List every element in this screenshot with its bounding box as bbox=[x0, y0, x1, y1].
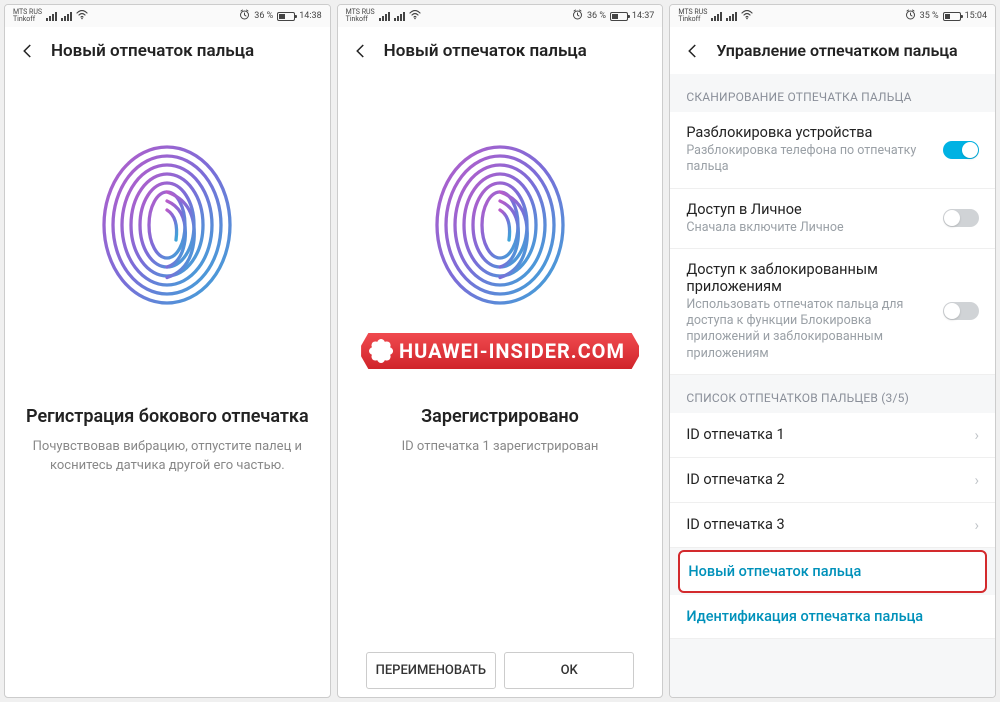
huawei-logo-icon bbox=[369, 339, 393, 363]
setting-sub: Использовать отпечаток пальца для доступ… bbox=[686, 297, 933, 362]
alarm-icon bbox=[239, 9, 250, 23]
battery-icon bbox=[943, 12, 961, 21]
wifi-icon bbox=[741, 10, 753, 23]
section-scan: СКАНИРОВАНИЕ ОТПЕЧАТКА ПАЛЬЦА bbox=[670, 74, 995, 112]
title-bar: Новый отпечаток пальца bbox=[338, 27, 663, 75]
signal-icon bbox=[711, 12, 722, 21]
page-title: Новый отпечаток пальца bbox=[51, 41, 254, 61]
carrier-label: MTS RUS Tinkoff bbox=[346, 9, 375, 23]
back-icon[interactable] bbox=[684, 42, 702, 60]
rename-button[interactable]: ПЕРЕИМЕНОВАТЬ bbox=[366, 652, 496, 689]
signal-icon bbox=[379, 12, 390, 21]
clock-text: 15:04 bbox=[965, 11, 987, 21]
fingerprint-icon bbox=[92, 135, 242, 315]
register-heading: Регистрация бокового отпечатка bbox=[26, 405, 309, 428]
back-icon[interactable] bbox=[352, 42, 370, 60]
fingerprint-row-3[interactable]: ID отпечатка 3 › bbox=[670, 503, 995, 548]
toggle-switch[interactable] bbox=[943, 141, 979, 159]
fingerprint-row-1[interactable]: ID отпечатка 1 › bbox=[670, 413, 995, 458]
title-bar: Новый отпечаток пальца bbox=[5, 27, 330, 75]
new-fingerprint-link[interactable]: Новый отпечаток пальца bbox=[678, 550, 987, 593]
fingerprint-icon bbox=[425, 135, 575, 315]
wifi-icon bbox=[409, 10, 421, 23]
status-bar: MTS RUS Tinkoff 36 % 14:38 bbox=[5, 5, 330, 27]
back-icon[interactable] bbox=[19, 42, 37, 60]
fingerprint-label: ID отпечатка 2 bbox=[686, 471, 784, 488]
setting-private-safe[interactable]: Доступ в Личное Сначала включите Личное bbox=[670, 189, 995, 249]
screen-new-fingerprint-register: MTS RUS Tinkoff 36 % 14:38 Новый отпечат… bbox=[4, 4, 331, 698]
register-instruction: Почувствовав вибрацию, отпустите палец и… bbox=[25, 438, 310, 474]
watermark-badge: HUAWEI-INSIDER.COM bbox=[358, 330, 642, 372]
battery-text: 36 % bbox=[254, 11, 273, 21]
battery-text: 35 % bbox=[920, 11, 939, 21]
clock-text: 14:37 bbox=[632, 11, 654, 21]
alarm-icon bbox=[572, 9, 583, 23]
carrier-label: MTS RUS Tinkoff bbox=[678, 9, 707, 23]
setting-sub: Разблокировка телефона по отпечатку паль… bbox=[686, 143, 933, 176]
chevron-right-icon: › bbox=[975, 516, 980, 534]
signal-icon-2 bbox=[61, 12, 72, 21]
signal-icon-2 bbox=[726, 12, 737, 21]
fingerprint-label: ID отпечатка 1 bbox=[686, 426, 784, 443]
identify-fingerprint-link[interactable]: Идентификация отпечатка пальца bbox=[670, 595, 995, 639]
title-bar: Управление отпечатком пальца bbox=[670, 27, 995, 74]
toggle-switch[interactable] bbox=[943, 209, 979, 227]
setting-title: Разблокировка устройства bbox=[686, 124, 933, 141]
setting-app-lock[interactable]: Доступ к заблокированным приложениям Исп… bbox=[670, 249, 995, 375]
signal-icon-2 bbox=[394, 12, 405, 21]
setting-title: Доступ к заблокированным приложениям bbox=[686, 261, 933, 295]
chevron-right-icon: › bbox=[975, 426, 980, 444]
carrier-label: MTS RUS Tinkoff bbox=[13, 9, 42, 23]
status-bar: MTS RUS Tinkoff 35 % 15:04 bbox=[670, 5, 995, 27]
battery-icon bbox=[277, 12, 295, 21]
chevron-right-icon: › bbox=[975, 471, 980, 489]
registered-heading: Зарегистрировано bbox=[421, 405, 579, 428]
fingerprint-row-2[interactable]: ID отпечатка 2 › bbox=[670, 458, 995, 503]
battery-text: 36 % bbox=[587, 11, 606, 21]
signal-icon bbox=[46, 12, 57, 21]
fingerprint-label: ID отпечатка 3 bbox=[686, 516, 784, 533]
watermark-text: HUAWEI-INSIDER.COM bbox=[399, 339, 625, 363]
toggle-switch[interactable] bbox=[943, 302, 979, 320]
setting-title: Доступ в Личное bbox=[686, 201, 933, 218]
setting-sub: Сначала включите Личное bbox=[686, 220, 933, 236]
section-fingerprint-list: СПИСОК ОТПЕЧАТКОВ ПАЛЬЦЕВ (3/5) bbox=[670, 375, 995, 413]
battery-icon bbox=[610, 12, 628, 21]
clock-text: 14:38 bbox=[299, 11, 321, 21]
page-title: Управление отпечатком пальца bbox=[716, 41, 957, 60]
screen-fingerprint-management: MTS RUS Tinkoff 35 % 15:04 Управление от… bbox=[669, 4, 996, 698]
ok-button[interactable]: OK bbox=[504, 652, 634, 689]
status-bar: MTS RUS Tinkoff 36 % 14:37 bbox=[338, 5, 663, 27]
alarm-icon bbox=[905, 9, 916, 23]
registered-sub: ID отпечатка 1 зарегистрирован bbox=[402, 438, 599, 456]
setting-unlock-device[interactable]: Разблокировка устройства Разблокировка т… bbox=[670, 112, 995, 189]
page-title: Новый отпечаток пальца bbox=[384, 41, 587, 61]
wifi-icon bbox=[76, 10, 88, 23]
